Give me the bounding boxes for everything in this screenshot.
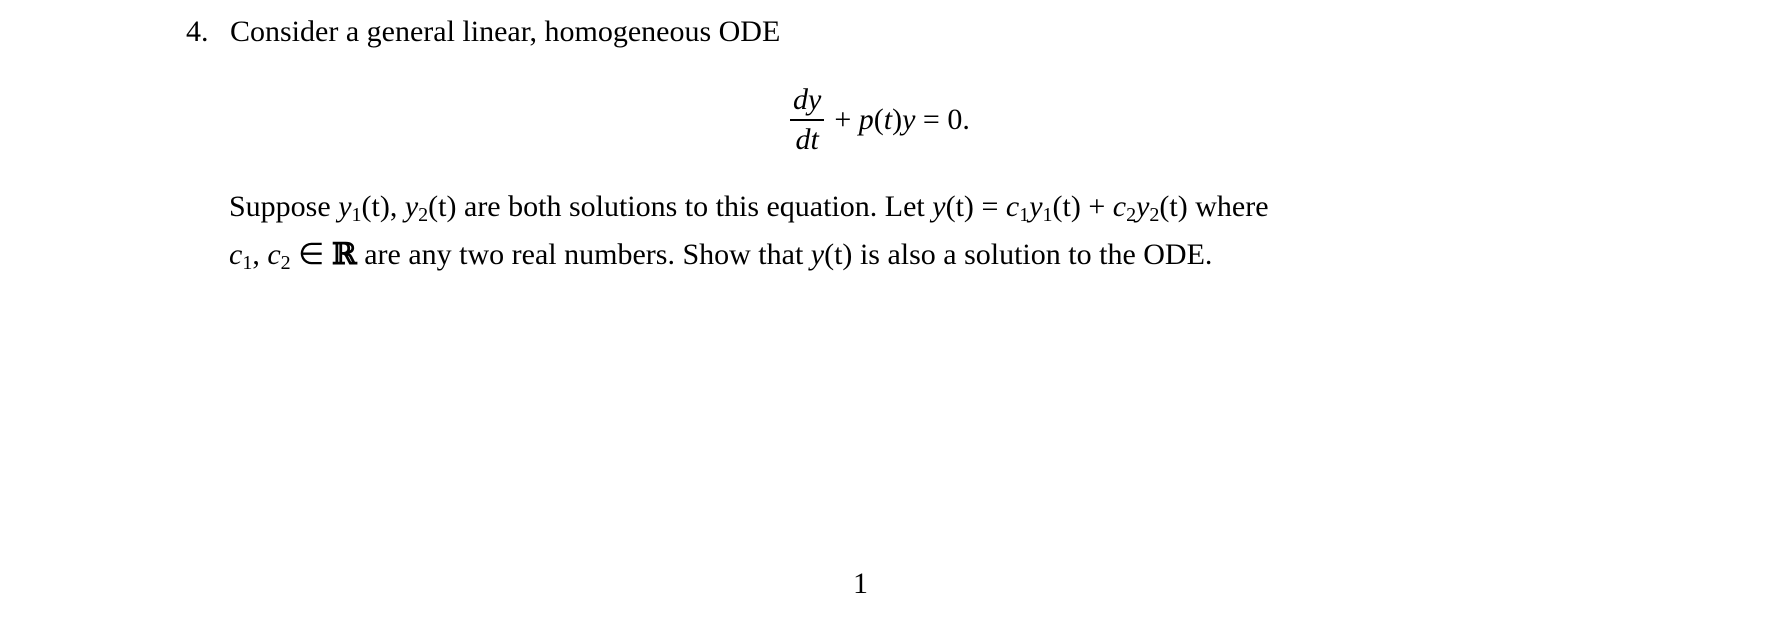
math-arg: (t) [428, 190, 457, 223]
paragraph-line-1: Suppose y1(t), y2(t) are both solutions … [229, 187, 1589, 235]
equation-rest: + p(t)y = 0. [834, 103, 970, 137]
p-function: p [858, 103, 874, 136]
problem-lead-text: Consider a general linear, homogeneous O… [230, 15, 781, 48]
plus-sign: + [834, 103, 852, 136]
t-variable: t [883, 103, 893, 136]
math-y2: y [404, 190, 419, 223]
math-arg: (t), [361, 190, 398, 223]
reals-symbol: ℝ [331, 237, 357, 272]
fraction-numerator: dy [793, 83, 822, 117]
problem-paragraph: Suppose y1(t), y2(t) are both solutions … [229, 187, 1589, 283]
paren-close: ) [892, 103, 903, 136]
subscript-1: 1 [351, 204, 362, 226]
math-y1: y [1029, 190, 1043, 223]
fraction-bar [790, 119, 825, 121]
text-middle: are any two real numbers. Show that [364, 238, 804, 271]
text-middle: are both solutions to this equation. Let [464, 190, 925, 223]
document-page: 4. Consider a general linear, homogeneou… [0, 0, 1783, 643]
subscript-2: 2 [1149, 204, 1160, 226]
math-c1: c [1005, 190, 1020, 223]
text-suppose: Suppose [229, 190, 331, 223]
problem-number: 4. [186, 15, 209, 48]
math-y: y [932, 190, 946, 223]
subscript-1: 1 [242, 252, 253, 274]
comma: , [252, 238, 260, 271]
subscript-1: 1 [1042, 204, 1053, 226]
math-arg: (t) [945, 190, 974, 223]
fraction-denominator: dt [795, 122, 819, 156]
math-c2: c [267, 238, 281, 271]
element-of-symbol: ∈ [298, 238, 325, 271]
subscript-2: 2 [418, 204, 429, 226]
equals-sign: = [922, 103, 940, 136]
text-end: is also a solution to the ODE. [859, 238, 1213, 271]
derivative-fraction: dy dt [790, 83, 825, 157]
math-arg: (t) [824, 238, 853, 271]
page-number: 1 [853, 567, 868, 600]
subscript-2: 2 [1126, 204, 1137, 226]
paragraph-line-2: c1, c2 ∈ ℝ are any two real numbers. Sho… [229, 235, 1589, 283]
equals-sign: = [981, 190, 999, 223]
subscript-2: 2 [280, 252, 291, 274]
paren-open: ( [873, 103, 884, 136]
math-c1: c [229, 238, 243, 271]
math-arg: (t) [1052, 190, 1081, 223]
text-where: where [1195, 190, 1269, 223]
math-arg: (t) [1159, 190, 1188, 223]
zero-value: 0. [947, 103, 970, 136]
subscript-1: 1 [1019, 204, 1030, 226]
math-y2: y [1136, 190, 1150, 223]
y-variable: y [902, 103, 916, 136]
math-y: y [810, 238, 825, 271]
plus-sign: + [1088, 190, 1106, 223]
math-y1: y [338, 190, 352, 223]
math-c2: c [1112, 190, 1127, 223]
display-equation: dy dt + p(t)y = 0. [790, 80, 970, 160]
